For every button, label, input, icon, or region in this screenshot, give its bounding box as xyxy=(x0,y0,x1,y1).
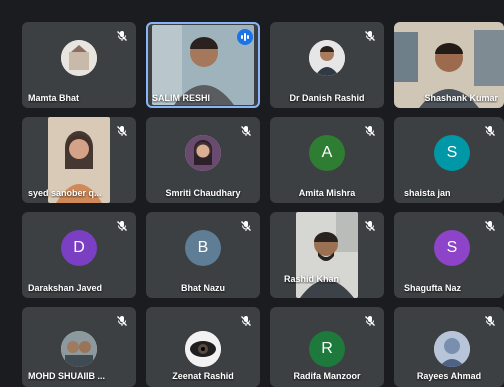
avatar: R xyxy=(309,331,345,367)
participant-tile-mamta-bhat[interactable]: Mamta Bhat xyxy=(22,22,136,108)
participant-name: Bhat Nazu xyxy=(180,283,225,293)
avatar-initial: A xyxy=(321,144,333,161)
avatar xyxy=(434,331,470,367)
participant-name: Shashank Kumar xyxy=(424,93,498,103)
mic-off-icon xyxy=(114,313,130,329)
avatar-initial: B xyxy=(197,239,209,256)
mic-off-icon xyxy=(362,218,378,234)
participant-tile-dr-danish-rashid[interactable]: Dr Danish Rashid xyxy=(270,22,384,108)
participant-video xyxy=(296,212,358,298)
participant-name: SALIM RESHI xyxy=(152,93,211,103)
participant-name: shaista jan xyxy=(404,188,451,198)
participant-name: Radifa Manzoor xyxy=(293,371,361,381)
participant-tile-rayees-ahmad[interactable]: Rayees Ahmad xyxy=(394,307,504,387)
avatar xyxy=(185,331,221,367)
participant-name: Mamta Bhat xyxy=(28,93,80,103)
participant-tile-shagufta-naz[interactable]: S Shagufta Naz xyxy=(394,212,504,298)
avatar xyxy=(309,40,345,76)
mic-off-icon xyxy=(238,218,254,234)
mic-off-icon xyxy=(482,123,498,139)
avatar-initial: D xyxy=(73,239,85,256)
participant-name: Rashid Khan xyxy=(284,274,340,284)
mic-off-icon xyxy=(114,28,130,44)
mic-off-icon xyxy=(238,313,254,329)
speaking-indicator-icon xyxy=(237,29,253,45)
mic-off-icon xyxy=(362,313,378,329)
participant-tile-rashid-khan[interactable]: Rashid Khan xyxy=(270,212,384,298)
participant-tile-shaista-jan[interactable]: S shaista jan xyxy=(394,117,504,203)
participant-name: Zeenat Rashid xyxy=(172,371,234,381)
participant-name: Dr Danish Rashid xyxy=(289,93,365,103)
mic-off-icon xyxy=(362,123,378,139)
avatar: B xyxy=(185,230,221,266)
avatar-initial: R xyxy=(321,340,333,357)
avatar: D xyxy=(61,230,97,266)
avatar xyxy=(185,135,221,171)
participant-tile-shashank-kumar[interactable]: Shashank Kumar xyxy=(394,22,504,108)
participant-tile-bhat-nazu[interactable]: B Bhat Nazu xyxy=(146,212,260,298)
avatar-initial: S xyxy=(446,144,458,161)
participant-name: MOHD SHUAIIB ... xyxy=(28,371,106,381)
avatar xyxy=(61,331,97,367)
avatar: S xyxy=(434,230,470,266)
participant-name: Darakshan Javed xyxy=(28,283,103,293)
participant-name: Smriti Chaudhary xyxy=(165,188,241,198)
mic-off-icon xyxy=(362,28,378,44)
participant-name: syed sanober q... xyxy=(28,188,102,198)
participant-tile-darakshan-javed[interactable]: D Darakshan Javed xyxy=(22,212,136,298)
participant-tile-radifa-manzoor[interactable]: R Radifa Manzoor xyxy=(270,307,384,387)
mic-off-icon xyxy=(114,218,130,234)
participant-tile-smriti-chaudhary[interactable]: Smriti Chaudhary xyxy=(146,117,260,203)
participant-name: Amita Mishra xyxy=(298,188,356,198)
avatar: A xyxy=(309,135,345,171)
mic-off-icon xyxy=(114,123,130,139)
participant-tile-salim-reshi[interactable]: SALIM RESHI xyxy=(146,22,260,108)
participant-tile-amita-mishra[interactable]: A Amita Mishra xyxy=(270,117,384,203)
avatar: S xyxy=(434,135,470,171)
avatar xyxy=(61,40,97,76)
participant-tile-mohd-shuaiib[interactable]: MOHD SHUAIIB ... xyxy=(22,307,136,387)
participant-tile-zeenat-rashid[interactable]: Zeenat Rashid xyxy=(146,307,260,387)
participant-tile-syed-sanober[interactable]: syed sanober q... xyxy=(22,117,136,203)
mic-off-icon xyxy=(482,218,498,234)
participant-name: Rayees Ahmad xyxy=(416,371,482,381)
mic-off-icon xyxy=(482,313,498,329)
mic-off-icon xyxy=(238,123,254,139)
participant-name: Shagufta Naz xyxy=(404,283,462,293)
avatar-initial: S xyxy=(446,239,458,256)
